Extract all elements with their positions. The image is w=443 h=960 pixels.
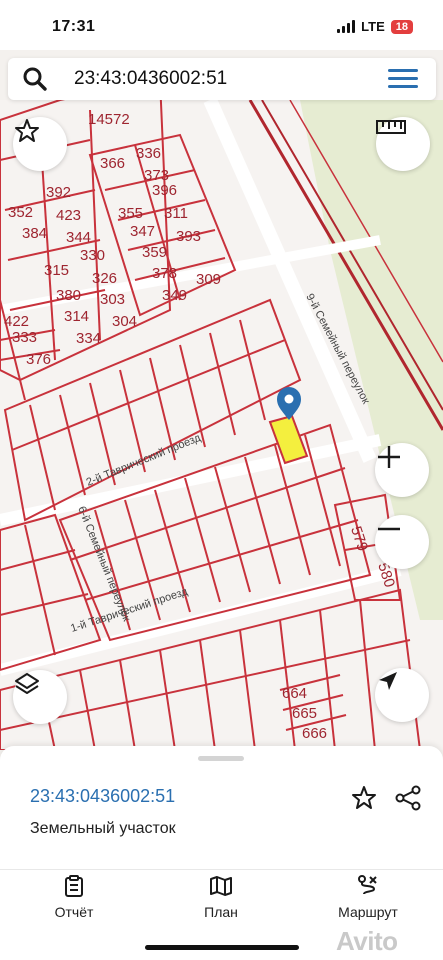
parcel-number: 666 — [302, 725, 327, 742]
clipboard-icon — [65, 875, 83, 897]
layers-button[interactable] — [13, 670, 67, 724]
parcel-number: 380 — [56, 287, 81, 304]
parcel-number: 366 — [100, 155, 125, 172]
parcel-number: 326 — [92, 270, 117, 287]
parcel-number: 352 — [8, 204, 33, 221]
location-marker — [277, 387, 301, 420]
plus-icon — [378, 446, 400, 468]
map-icon — [210, 876, 232, 896]
parcel-number: 303 — [100, 291, 125, 308]
parcel-number: 333 — [12, 329, 37, 346]
parcel-number: 393 — [176, 228, 201, 245]
parcel-number: 347 — [130, 223, 155, 240]
sheet-handle[interactable] — [198, 756, 244, 761]
share-icon[interactable] — [394, 784, 422, 812]
report-label: Отчёт — [54, 904, 94, 920]
parcel-number: 422 — [4, 313, 29, 330]
signal-icon — [337, 20, 356, 33]
parcel-number: 304 — [112, 313, 137, 330]
street — [0, 434, 382, 526]
search-icon[interactable] — [22, 66, 48, 92]
parcel-number: 349 — [162, 287, 187, 304]
parcel-number: 330 — [80, 247, 105, 264]
plan-label: План — [204, 904, 238, 920]
navigation-arrow-icon — [379, 672, 397, 690]
status-bar: 17:31 LTE 18 — [0, 0, 443, 50]
status-indicators: LTE 18 — [337, 19, 413, 34]
parcel-number-title: 23:43:0436002:51 — [30, 786, 176, 806]
parcel-number: 396 — [152, 182, 177, 199]
plan-button[interactable]: План — [171, 874, 271, 924]
parcel-number: 314 — [64, 308, 89, 325]
parcel-number: 665 — [292, 705, 317, 722]
parcel-number: 355 — [118, 205, 143, 222]
parcel-bottom-sheet[interactable]: Avito 23:43:0436002:51 Земельный участок… — [0, 746, 443, 960]
parcel-number: 336 — [136, 145, 161, 162]
parcel-number: 309 — [196, 271, 221, 288]
cadastral-map[interactable]: 14572 366 336 352 392 373 384 423 355 39… — [0, 100, 443, 750]
parcel-number: 376 — [26, 351, 51, 368]
parcel-number: 664 — [282, 685, 307, 702]
parcel-number: 423 — [56, 207, 81, 224]
parcel-number: 334 — [76, 330, 101, 347]
star-icon[interactable] — [350, 784, 378, 812]
layers-icon — [15, 673, 39, 694]
menu-icon[interactable] — [388, 69, 418, 89]
route-button[interactable]: Маршрут — [318, 874, 418, 924]
block-label: 14572 — [88, 111, 130, 128]
star-icon — [15, 119, 39, 142]
network-type: LTE — [361, 19, 385, 34]
home-indicator — [145, 945, 299, 950]
divider — [0, 869, 443, 870]
parcel-number: 359 — [142, 244, 167, 261]
ruler-button[interactable] — [376, 117, 430, 171]
zoom-in-button[interactable] — [375, 443, 429, 497]
ruler-icon — [376, 120, 406, 134]
battery-icon: 18 — [390, 19, 413, 34]
map-view[interactable]: 14572 366 336 352 392 373 384 423 355 39… — [0, 100, 443, 750]
search-bar[interactable]: 23:43:0436002:51 — [8, 58, 436, 100]
route-icon — [358, 875, 377, 895]
parcel-number: 344 — [66, 229, 91, 246]
route-label: Маршрут — [338, 904, 398, 920]
favorite-map-button[interactable] — [13, 117, 67, 171]
parcel-number: 392 — [46, 184, 71, 201]
status-time: 17:31 — [52, 18, 96, 35]
report-button[interactable]: Отчёт — [24, 874, 124, 924]
avito-watermark: Avito — [336, 926, 398, 956]
parcel-number: 311 — [164, 205, 188, 222]
minus-icon — [378, 527, 400, 531]
parcel-number: 384 — [22, 225, 47, 242]
parcel-type: Земельный участок — [30, 820, 176, 837]
zoom-out-button[interactable] — [375, 515, 429, 569]
my-location-button[interactable] — [375, 668, 429, 722]
search-input[interactable]: 23:43:0436002:51 — [74, 68, 227, 90]
parcel-number: 378 — [152, 265, 177, 282]
parcel-number: 315 — [44, 262, 69, 279]
